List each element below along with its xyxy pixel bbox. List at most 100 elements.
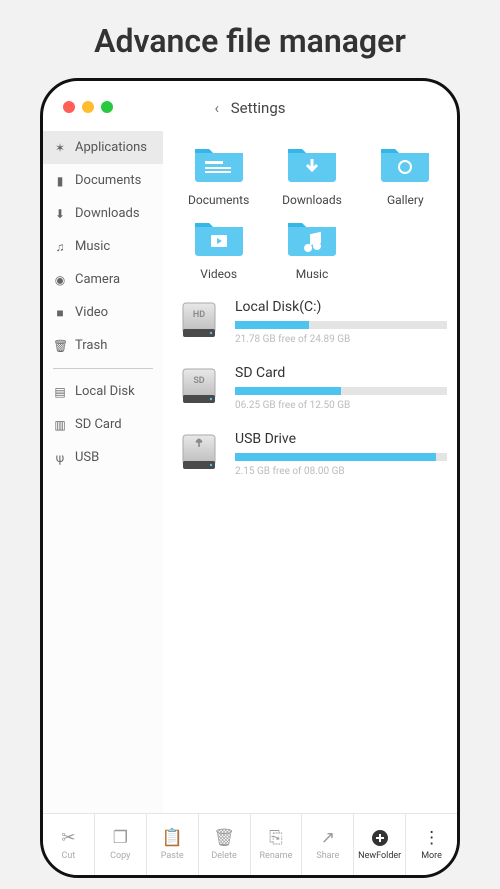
folder-icon: [191, 141, 247, 185]
sidebar-item-trash[interactable]: 🗑 Trash: [43, 329, 163, 362]
sidebar-icon: ▥: [53, 418, 67, 432]
drive-free-text: 2.15 GB free of 08.00 GB: [235, 466, 447, 477]
sidebar-icon: ▤: [53, 385, 67, 399]
header: ‹ Settings: [43, 99, 457, 117]
more-icon: ⋮: [423, 828, 440, 848]
tool-label: Rename: [260, 851, 293, 861]
folder-label: Videos: [177, 267, 260, 281]
drive-info: USB Drive 2.15 GB free of 08.00 GB: [235, 431, 447, 477]
drive-free-text: 21.78 GB free of 24.89 GB: [235, 334, 447, 345]
storage-progress: [235, 387, 447, 395]
tool-rename[interactable]: ⎘ Rename: [251, 814, 303, 875]
sidebar-item-downloads[interactable]: ⬇ Downloads: [43, 197, 163, 230]
back-icon[interactable]: ‹: [214, 99, 219, 117]
drive-info: Local Disk(C:) 21.78 GB free of 24.89 GB: [235, 299, 447, 345]
sidebar-item-applications[interactable]: ✶ Applications: [43, 131, 163, 164]
folder-label: Gallery: [364, 193, 447, 207]
folder-label: Downloads: [270, 193, 353, 207]
sidebar-item-label: Local Disk: [75, 384, 135, 399]
folder-label: Music: [270, 267, 353, 281]
phone-frame: ‹ Settings ✶ Applications ▮ Documents ⬇ Downl…: [40, 78, 460, 878]
folder-icon: [284, 141, 340, 185]
sidebar-icon: ◉: [53, 273, 67, 287]
main-panel: Documents Downloads Gallery Videos Music HD L…: [163, 131, 457, 813]
header-title: Settings: [231, 99, 286, 117]
cut-icon: ✂: [61, 828, 75, 848]
sidebar-icon: ψ: [53, 451, 67, 465]
storage-progress: [235, 453, 447, 461]
sidebar-item-label: Camera: [75, 272, 120, 287]
sidebar-item-camera[interactable]: ◉ Camera: [43, 263, 163, 296]
sidebar-item-label: Trash: [75, 338, 107, 353]
folder-documents[interactable]: Documents: [177, 141, 260, 207]
svg-text:HD: HD: [193, 310, 205, 320]
tool-copy[interactable]: ❐ Copy: [95, 814, 147, 875]
drive-sd-card[interactable]: SD SD Card 06.25 GB free of 12.50 GB: [177, 365, 447, 411]
sidebar-item-label: Video: [75, 305, 108, 320]
share-icon: ↗: [321, 828, 335, 848]
folder-grid: Documents Downloads Gallery Videos Music: [177, 141, 447, 281]
tool-more[interactable]: ⋮ More: [406, 814, 457, 875]
copy-icon: ❐: [113, 828, 128, 848]
folder-label: Documents: [177, 193, 260, 207]
toolbar: ✂ Cut ❐ Copy 📋 Paste 🗑 Delete ⎘ Rename ↗ Share NewFo…: [43, 813, 457, 875]
sidebar-item-music[interactable]: ♫ Music: [43, 230, 163, 263]
drive-info: SD Card 06.25 GB free of 12.50 GB: [235, 365, 447, 411]
drive-name: Local Disk(C:): [235, 299, 447, 315]
drive-icon: SD: [177, 365, 221, 409]
folder-icon: [191, 215, 247, 259]
tool-newfolder[interactable]: NewFolder: [354, 814, 406, 875]
sidebar-icon: ⬇: [53, 207, 67, 221]
sidebar-icon: ♫: [53, 240, 67, 254]
sidebar-icon: 🗑: [53, 339, 67, 353]
tool-label: Delete: [211, 851, 236, 861]
storage-progress: [235, 321, 447, 329]
tool-delete[interactable]: 🗑 Delete: [199, 814, 251, 875]
folder-icon: [284, 215, 340, 259]
tool-paste[interactable]: 📋 Paste: [147, 814, 199, 875]
drive-icon: HD: [177, 299, 221, 343]
drive-list: HD Local Disk(C:) 21.78 GB free of 24.89 G…: [177, 299, 447, 477]
drive-free-text: 06.25 GB free of 12.50 GB: [235, 400, 447, 411]
sidebar: ✶ Applications ▮ Documents ⬇ Downloads ♫ Music ◉…: [43, 131, 163, 813]
sidebar-item-label: Music: [75, 239, 110, 254]
sidebar-item-label: Downloads: [75, 206, 140, 221]
folder-gallery[interactable]: Gallery: [364, 141, 447, 207]
sidebar-divider: [53, 368, 153, 369]
rename-icon: ⎘: [269, 828, 283, 848]
tool-label: Share: [316, 851, 339, 861]
sidebar-icon: ▮: [53, 174, 67, 188]
tool-label: Cut: [62, 851, 76, 861]
drive-local-disk-c-[interactable]: HD Local Disk(C:) 21.78 GB free of 24.89 G…: [177, 299, 447, 345]
sidebar-icon: ✶: [53, 141, 67, 155]
tool-share[interactable]: ↗ Share: [302, 814, 354, 875]
drive-name: SD Card: [235, 365, 447, 381]
newfolder-icon: [371, 828, 389, 848]
folder-downloads[interactable]: Downloads: [270, 141, 353, 207]
page-title: Advance file manager: [0, 0, 500, 78]
delete-icon: 🗑: [213, 828, 235, 848]
sidebar-item-label: SD Card: [75, 417, 122, 432]
folder-icon: [377, 141, 433, 185]
sidebar-item-label: Documents: [75, 173, 141, 188]
sidebar-icon: ■: [53, 306, 67, 320]
tool-label: Copy: [110, 851, 130, 861]
drive-usb-drive[interactable]: USB Drive 2.15 GB free of 08.00 GB: [177, 431, 447, 477]
tool-label: Paste: [161, 851, 184, 861]
paste-icon: 📋: [162, 828, 183, 848]
sidebar-item-sd-card[interactable]: ▥ SD Card: [43, 408, 163, 441]
folder-music[interactable]: Music: [270, 215, 353, 281]
sidebar-item-label: USB: [75, 450, 99, 465]
tool-label: NewFolder: [358, 851, 401, 861]
svg-text:SD: SD: [193, 376, 204, 386]
drive-icon: [177, 431, 221, 475]
folder-videos[interactable]: Videos: [177, 215, 260, 281]
sidebar-item-documents[interactable]: ▮ Documents: [43, 164, 163, 197]
sidebar-item-label: Applications: [75, 140, 147, 155]
sidebar-item-local-disk[interactable]: ▤ Local Disk: [43, 375, 163, 408]
tool-label: More: [421, 851, 442, 861]
sidebar-item-usb[interactable]: ψ USB: [43, 441, 163, 474]
sidebar-item-video[interactable]: ■ Video: [43, 296, 163, 329]
drive-name: USB Drive: [235, 431, 447, 447]
tool-cut[interactable]: ✂ Cut: [43, 814, 95, 875]
